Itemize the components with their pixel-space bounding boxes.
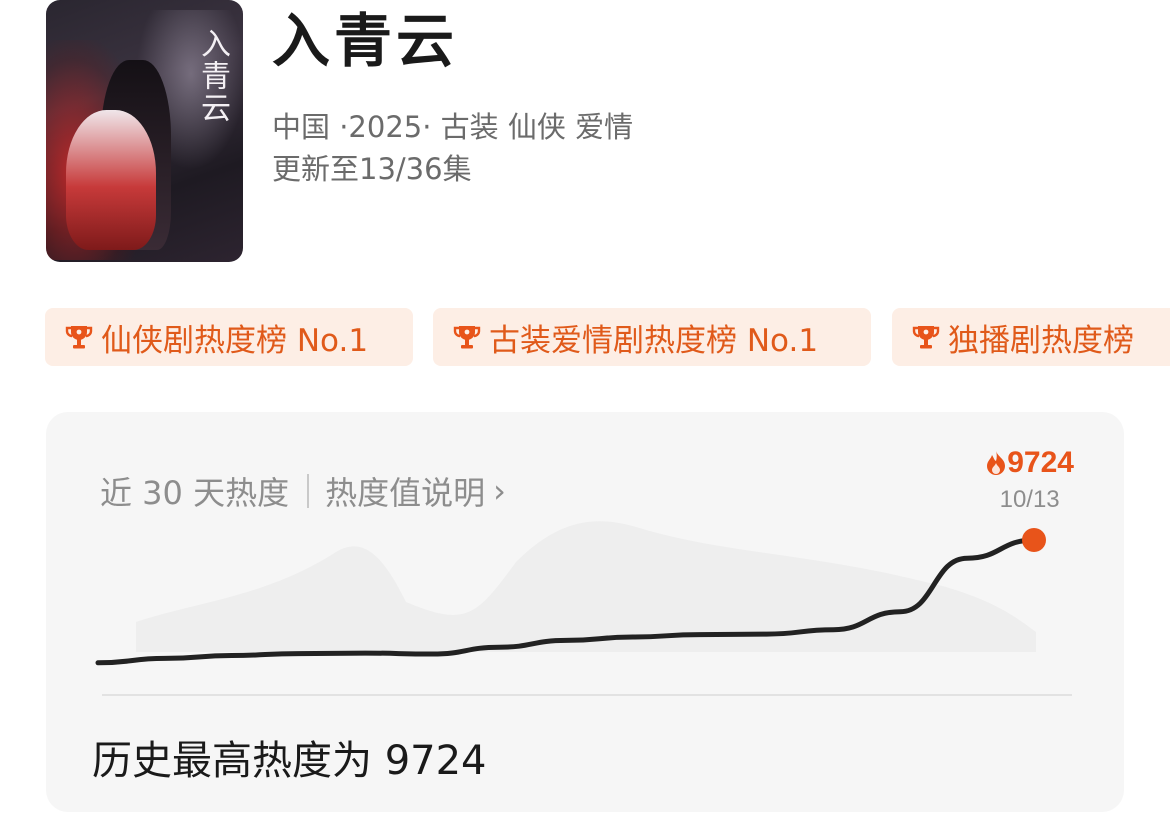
chevron-right-icon[interactable]: › [493, 472, 506, 510]
heat-card-header: 近 30 天热度 热度值说明 › [100, 468, 506, 514]
episode-progress: 更新至13/36集 [272, 152, 472, 186]
show-meta: 中国 ·2025· 古装 仙侠 爱情 [272, 110, 634, 144]
trophy-icon [65, 326, 93, 349]
card-divider [102, 694, 1072, 696]
chart-background-hills [136, 521, 1036, 652]
ranking-tag-label: 古装爱情剧热度榜 No.1 [489, 322, 819, 359]
ranking-tag-label: 仙侠剧热度榜 No.1 [101, 322, 369, 359]
ranking-tag-label: 独播剧热度榜 [948, 322, 1134, 359]
flame-icon [987, 451, 1006, 475]
peak-readout: 9724 10/13 [985, 446, 1074, 514]
ranking-tag-xianxia[interactable]: 仙侠剧热度榜 No.1 [45, 308, 413, 366]
poster-figure-female [66, 110, 156, 250]
trophy-icon [453, 326, 481, 349]
trophy-icon [912, 326, 940, 349]
peak-value: 9724 [1007, 446, 1074, 479]
ranking-tag-costume-romance[interactable]: 古装爱情剧热度榜 No.1 [433, 308, 871, 366]
heat-explain-link[interactable]: 热度值说明 [325, 468, 485, 514]
ranking-tag-exclusive[interactable]: 独播剧热度榜 [892, 308, 1170, 366]
peak-point[interactable] [1022, 528, 1046, 553]
historical-peak-summary: 历史最高热度为 9724 [92, 738, 487, 784]
heat-trend-chart [95, 521, 1046, 666]
show-title: 入青云 [272, 7, 459, 75]
poster-image[interactable]: 入青云 [46, 0, 243, 262]
poster-calligraphy-title: 入青云 [195, 28, 230, 124]
heat-card: 近 30 天热度 热度值说明 › 9724 10/13 历史最高热度为 9724 [46, 412, 1124, 812]
heat-period-label: 近 30 天热度 [100, 474, 290, 512]
peak-date: 10/13 [999, 486, 1060, 513]
header-divider [307, 474, 310, 508]
